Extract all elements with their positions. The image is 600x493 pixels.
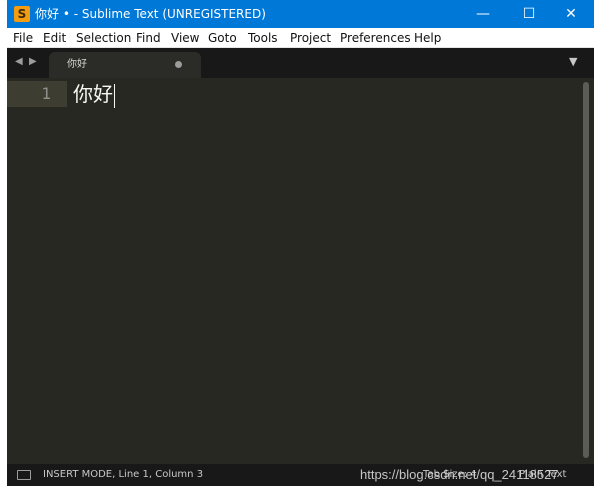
menu-edit[interactable]: Edit — [43, 30, 66, 46]
menu-tools[interactable]: Tools — [248, 30, 278, 46]
menu-project[interactable]: Project — [290, 30, 331, 46]
sublime-app-icon: S — [14, 6, 30, 22]
scrollbar-thumb[interactable] — [583, 82, 589, 458]
unsaved-dot-icon[interactable] — [175, 61, 182, 68]
editor-area[interactable]: 1 你好 — [7, 78, 594, 464]
menu-help[interactable]: Help — [414, 30, 441, 46]
maximize-button[interactable]: ☐ — [506, 0, 552, 28]
title-bar[interactable]: S 你好 • - Sublime Text (UNREGISTERED) — ☐… — [7, 0, 594, 28]
line-number: 1 — [41, 84, 51, 103]
minimize-button[interactable]: — — [460, 0, 506, 28]
line-gutter: 1 — [7, 78, 67, 464]
vertical-scrollbar[interactable] — [579, 78, 594, 464]
tab-file[interactable]: 你好 — [49, 52, 201, 78]
menu-goto[interactable]: Goto — [208, 30, 237, 46]
text-cursor — [114, 83, 115, 108]
menu-find[interactable]: Find — [136, 30, 161, 46]
page-bottom-margin — [0, 487, 600, 493]
tab-bar: ◀ ▶ 你好 ▼ — [7, 48, 594, 78]
code-line-text: 你好 — [73, 82, 113, 106]
menu-bar: File Edit Selection Find View Goto Tools… — [7, 28, 594, 48]
tab-list-dropdown-icon[interactable]: ▼ — [569, 55, 577, 69]
watermark-text: https://blog.csdn.net/qq_24118527 — [360, 467, 559, 482]
menu-preferences[interactable]: Preferences — [340, 30, 411, 46]
app-window: S 你好 • - Sublime Text (UNREGISTERED) — ☐… — [7, 0, 594, 486]
code-line[interactable]: 你好 — [73, 81, 115, 108]
panel-toggle-icon[interactable] — [17, 470, 31, 480]
status-mode-text: INSERT MODE, Line 1, Column 3 — [43, 469, 204, 480]
tab-nav-forward-icon[interactable]: ▶ — [29, 55, 37, 69]
close-button[interactable]: ✕ — [548, 0, 594, 28]
menu-selection[interactable]: Selection — [76, 30, 131, 46]
tab-nav-back-icon[interactable]: ◀ — [15, 55, 23, 69]
menu-view[interactable]: View — [171, 30, 199, 46]
window-title: 你好 • - Sublime Text (UNREGISTERED) — [35, 7, 266, 21]
tab-label: 你好 — [67, 59, 87, 70]
menu-file[interactable]: File — [13, 30, 33, 46]
